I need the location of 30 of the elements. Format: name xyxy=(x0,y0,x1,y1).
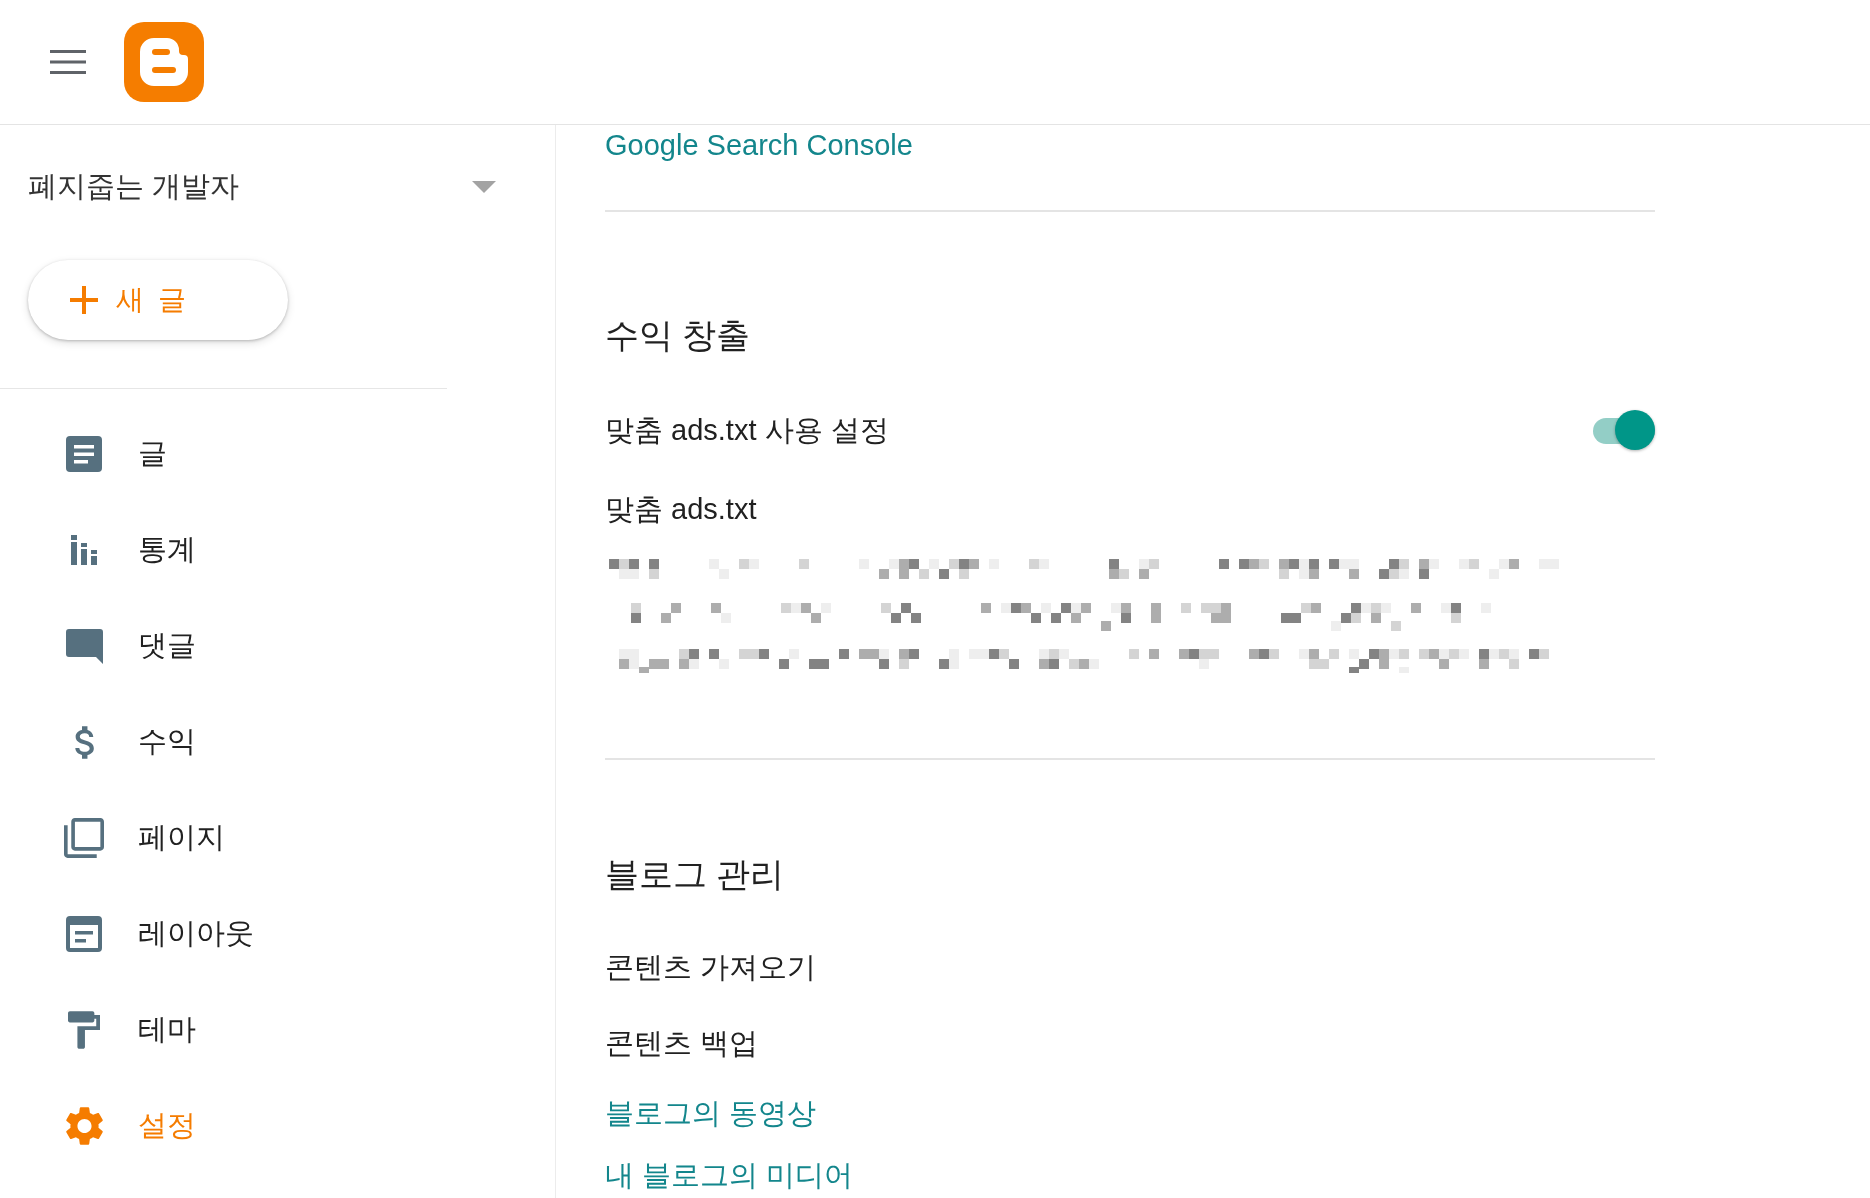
document-icon xyxy=(66,436,102,472)
settings-link[interactable]: 블로그의 동영상 xyxy=(605,1095,817,1131)
settings-link[interactable]: 내 블로그의 미디어 xyxy=(605,1157,854,1193)
settings-icon xyxy=(65,1107,103,1145)
nav-item[interactable]: 통계 xyxy=(0,502,216,598)
nav-item[interactable]: 댓글 xyxy=(0,598,216,694)
app-logo[interactable] xyxy=(124,22,204,102)
nav-item[interactable]: 테마 xyxy=(0,982,216,1078)
nav-item[interactable]: 페이지 xyxy=(0,790,245,886)
menu-icon xyxy=(50,50,86,74)
nav-item[interactable]: 수익 xyxy=(0,694,216,790)
paint-roller-icon xyxy=(68,1011,100,1049)
section-heading: 수익 창출 xyxy=(605,315,751,356)
settings-item[interactable]: 콘텐츠 가져오기 xyxy=(605,949,817,985)
blog-selector[interactable]: 폐지줍는 개발자 xyxy=(0,157,555,217)
menu-button[interactable] xyxy=(50,50,86,74)
window-icon xyxy=(66,916,102,952)
setting-label: 맞춤 ads.txt 사용 설정 xyxy=(605,413,889,448)
speech-bubble-icon xyxy=(65,628,103,664)
settings-item[interactable]: 맞춤 ads.txt xyxy=(605,491,757,527)
bar-chart-icon xyxy=(71,535,97,565)
dollar-icon xyxy=(74,725,94,759)
settings-item[interactable]: 콘텐츠 백업 xyxy=(605,1025,759,1061)
nav-item[interactable]: 레이아웃 xyxy=(0,886,274,982)
plus-icon xyxy=(70,286,98,314)
section-heading: 블로그 관리 xyxy=(605,854,785,895)
nav-item[interactable]: 글 xyxy=(0,406,187,502)
stacked-squares-icon xyxy=(64,818,104,858)
caret-icon xyxy=(472,181,496,193)
settings-link[interactable]: Google Search Console xyxy=(605,127,913,163)
